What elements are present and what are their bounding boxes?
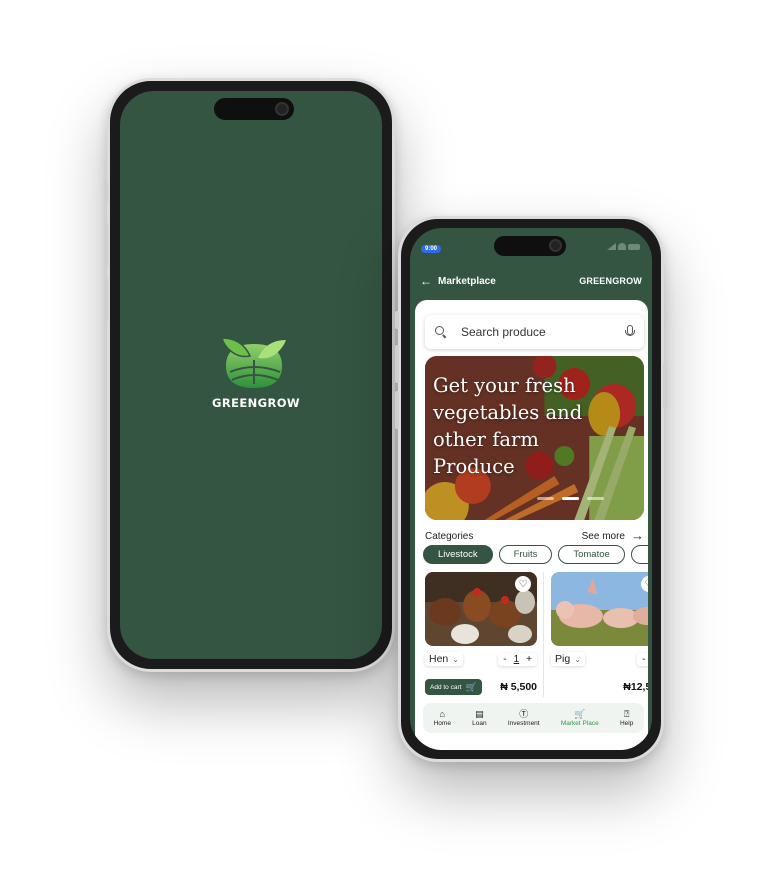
- cart-icon: 🛒: [465, 681, 477, 692]
- page-title: Marketplace: [438, 275, 496, 287]
- product-variant-dropdown[interactable]: Pig ⌄: [551, 652, 585, 666]
- microphone-icon[interactable]: [624, 325, 635, 339]
- phone-side-button: [395, 311, 399, 329]
- signal-icon: [607, 243, 616, 250]
- pigs-photo: [551, 572, 648, 646]
- help-icon: ⍰: [623, 709, 630, 719]
- phone-volume-down-button: [395, 391, 399, 429]
- carousel-indicator: [537, 497, 604, 500]
- splash-phone: GREENGROW: [104, 78, 395, 672]
- nav-label: Market Place: [560, 720, 599, 727]
- category-chip-fruits[interactable]: Fruits: [498, 545, 553, 564]
- arrow-right-icon: →: [631, 528, 644, 543]
- leaf-logo-icon: [221, 337, 286, 388]
- phone-power-button: [663, 363, 667, 409]
- status-time: 9:00: [421, 245, 442, 253]
- category-chip-more[interactable]: [630, 545, 648, 564]
- decrement-button[interactable]: -: [642, 654, 645, 665]
- nav-item-loan[interactable]: ▤ Loan: [472, 709, 486, 727]
- splash-brand-name: GREENGROW: [212, 396, 300, 410]
- app-bar: ← Marketplace GREENGROW: [420, 270, 642, 292]
- search-bar[interactable]: [425, 315, 644, 349]
- phone-volume-up-button: [104, 223, 108, 267]
- category-chip-livestock[interactable]: Livestock: [423, 545, 493, 564]
- product-name: Hen: [429, 653, 449, 665]
- splash-screen: GREENGROW: [120, 91, 382, 659]
- dynamic-island: [494, 236, 566, 256]
- increment-button[interactable]: +: [526, 654, 532, 665]
- card-divider: [543, 572, 544, 697]
- categories-title: Categories: [425, 530, 474, 542]
- category-chips: Livestock Fruits Tomatoe: [423, 545, 648, 564]
- arrow-left-icon[interactable]: ←: [420, 275, 432, 287]
- nav-item-help[interactable]: ⍰ Help: [620, 709, 633, 727]
- category-chip-tomatoe[interactable]: Tomatoe: [558, 545, 625, 564]
- banner-headline: Get your fresh vegetables and other farm…: [433, 374, 583, 478]
- product-image[interactable]: ♡: [425, 572, 537, 646]
- cart-icon: 🛒: [574, 709, 586, 719]
- add-to-cart-label: Add to cart: [430, 683, 462, 691]
- marketplace-screen: 9:00 ← Marketplace GREENGROW Search prod…: [410, 228, 652, 750]
- product-options: Pig ⌄ - 1: [551, 651, 648, 667]
- nav-item-market-place[interactable]: 🛒 Market Place: [561, 709, 599, 727]
- nav-label: Help: [619, 720, 634, 727]
- carousel-dot-active[interactable]: [562, 497, 579, 500]
- bottom-navigation: ⌂ Home ▤ Loan Ⓣ Investment 🛒 Market Plac…: [423, 703, 644, 733]
- product-options: Hen ⌄ - 1 +: [425, 651, 537, 667]
- phone-volume-up-button: [395, 345, 399, 383]
- carousel-dot[interactable]: [537, 497, 554, 500]
- quantity-value[interactable]: 1: [514, 654, 520, 665]
- wallet-icon: ▤: [475, 709, 484, 719]
- product-price: ₦ 5,500: [500, 681, 537, 693]
- nav-item-investment[interactable]: Ⓣ Investment: [508, 709, 540, 727]
- add-to-cart-button[interactable]: Add to cart 🛒: [425, 679, 482, 695]
- product-name: Pig: [555, 653, 571, 665]
- dynamic-island: [214, 98, 294, 120]
- nav-label: Loan: [472, 720, 487, 727]
- see-more-link[interactable]: See more →: [581, 528, 644, 543]
- dollar-icon: Ⓣ: [519, 709, 529, 719]
- chevron-down-icon: ⌄: [452, 654, 459, 664]
- carousel-dot[interactable]: [587, 497, 604, 500]
- see-more-label: See more: [581, 530, 625, 542]
- nav-item-home[interactable]: ⌂ Home: [434, 709, 451, 727]
- wifi-icon: [618, 243, 626, 250]
- product-card-pig[interactable]: ♡ Pig ⌄ - 1: [551, 572, 648, 697]
- marketplace-phone: 9:00 ← Marketplace GREENGROW Search prod…: [395, 216, 667, 762]
- product-actions: Add to cart 🛒 ₦ 5,500: [425, 679, 537, 695]
- chevron-down-icon: ⌄: [574, 654, 581, 664]
- search-icon: [435, 326, 447, 338]
- categories-header: Categories See more →: [425, 528, 644, 544]
- favorite-heart-icon[interactable]: ♡: [515, 576, 531, 592]
- home-icon: ⌂: [439, 709, 445, 719]
- app-brand: GREENGROW: [579, 276, 642, 286]
- product-card-hen[interactable]: ♡ Hen ⌄ - 1 + Add to cart 🛒 ₦ 5,500: [425, 572, 544, 697]
- back-navigation[interactable]: ← Marketplace: [420, 275, 496, 287]
- product-variant-dropdown[interactable]: Hen ⌄: [425, 652, 463, 666]
- product-actions: ₦12,500: [551, 679, 648, 695]
- battery-icon: [628, 243, 640, 250]
- showcase-stage: GREENGROW 9:00 ← Marketplace GREENGROW S…: [0, 0, 760, 883]
- product-price: ₦12,500: [623, 681, 648, 693]
- product-list: ♡ Hen ⌄ - 1 + Add to cart 🛒 ₦ 5,500 Pig …: [425, 572, 648, 697]
- phone-volume-down-button: [104, 277, 108, 321]
- nav-label: Home: [433, 720, 451, 727]
- status-icons: [607, 243, 640, 250]
- product-image[interactable]: ♡: [551, 572, 648, 646]
- marketplace-content: Get your fresh vegetables and other farm…: [415, 300, 648, 750]
- promo-banner[interactable]: Get your fresh vegetables and other farm…: [425, 356, 644, 520]
- quantity-stepper: - 1 +: [498, 652, 537, 666]
- quantity-stepper: - 1: [637, 652, 648, 666]
- app-logo: GREENGROW: [212, 336, 300, 410]
- phone-side-button: [104, 181, 108, 203]
- decrement-button[interactable]: -: [503, 654, 506, 665]
- search-input[interactable]: [461, 325, 624, 339]
- nav-label: Investment: [507, 720, 540, 727]
